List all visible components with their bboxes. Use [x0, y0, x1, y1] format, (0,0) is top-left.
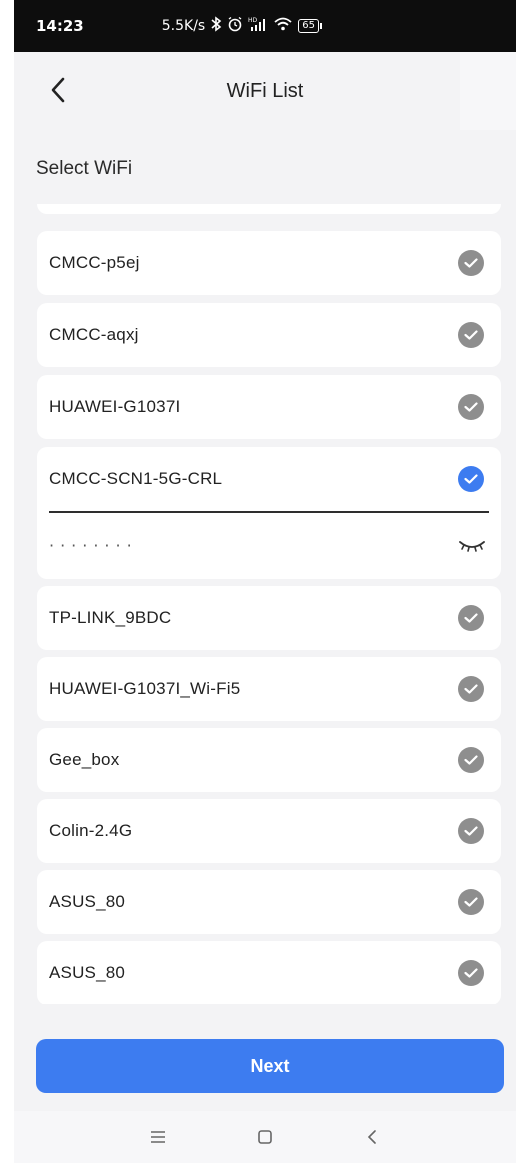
check-icon[interactable]: [458, 960, 484, 986]
wifi-card[interactable]: HUAWEI-G1037I: [37, 375, 501, 439]
wifi-card-partial[interactable]: [37, 204, 501, 214]
check-icon[interactable]: [458, 322, 484, 348]
check-icon[interactable]: [458, 818, 484, 844]
wifi-card[interactable]: CMCC-aqxj: [37, 303, 501, 367]
wifi-row[interactable]: CMCC-aqxj: [37, 303, 501, 367]
check-icon[interactable]: [458, 889, 484, 915]
system-nav-bar: [14, 1111, 516, 1163]
check-icon[interactable]: [458, 394, 484, 420]
chevron-left-icon: [51, 77, 65, 103]
wifi-row[interactable]: TP-LINK_9BDC: [37, 586, 501, 650]
wifi-row[interactable]: CMCC-SCN1-5G-CRL: [37, 447, 501, 511]
wifi-card[interactable]: TP-LINK_9BDC: [37, 586, 501, 650]
check-icon[interactable]: [458, 605, 484, 631]
page-title: WiFi List: [226, 79, 304, 102]
wifi-name: Gee_box: [49, 750, 120, 769]
status-time: 14:23: [36, 17, 84, 35]
wifi-row[interactable]: HUAWEI-G1037I_Wi-Fi5: [37, 657, 501, 721]
svg-text:HD: HD: [248, 17, 258, 24]
wifi-card[interactable]: Gee_box: [37, 728, 501, 792]
wifi-name: ASUS_80: [49, 892, 126, 911]
wifi-row[interactable]: Colin-2.4G: [37, 799, 501, 863]
password-input[interactable]: [49, 536, 409, 555]
battery-icon: 65: [298, 19, 322, 33]
wifi-name: CMCC-aqxj: [49, 325, 139, 344]
wifi-card[interactable]: ASUS_80: [37, 870, 501, 934]
password-row: [37, 513, 501, 579]
wifi-name: CMCC-p5ej: [49, 253, 140, 272]
status-icons: 5.5K/s HD 65: [161, 16, 322, 36]
wifi-card[interactable]: CMCC-p5ej: [37, 231, 501, 295]
header: WiFi List: [14, 52, 516, 130]
wifi-card-selected[interactable]: CMCC-SCN1-5G-CRL: [37, 447, 501, 579]
phone-screen: 14:23 5.5K/s HD 65 WiFi List Select WiFi: [14, 0, 516, 1163]
back-button[interactable]: [42, 74, 74, 106]
wifi-row[interactable]: Gee_box: [37, 728, 501, 792]
section-label: Select WiFi: [36, 158, 133, 179]
check-icon-selected[interactable]: [458, 466, 484, 492]
back-icon[interactable]: [352, 1117, 392, 1157]
next-button[interactable]: Next: [36, 1039, 504, 1093]
status-bar: 14:23 5.5K/s HD 65: [14, 0, 516, 52]
wifi-name: HUAWEI-G1037I_Wi-Fi5: [49, 679, 241, 698]
wifi-row[interactable]: ASUS_80: [37, 941, 501, 1004]
wifi-name: HUAWEI-G1037I: [49, 397, 181, 416]
home-icon[interactable]: [245, 1117, 285, 1157]
signal-icon: HD: [248, 16, 268, 36]
wifi-list[interactable]: CMCC-p5ej CMCC-aqxj HUAWEI-G1037I CMCC-S…: [14, 204, 516, 1004]
alarm-icon: [227, 16, 243, 36]
wifi-name: Colin-2.4G: [49, 821, 133, 840]
wifi-icon: [273, 16, 293, 36]
menu-icon[interactable]: [138, 1117, 178, 1157]
network-speed: 5.5K/s: [161, 18, 206, 34]
wifi-row[interactable]: CMCC-p5ej: [37, 231, 501, 295]
wifi-name: ASUS_80: [49, 963, 126, 982]
wifi-card[interactable]: HUAWEI-G1037I_Wi-Fi5: [37, 657, 501, 721]
check-icon[interactable]: [458, 676, 484, 702]
check-icon[interactable]: [458, 250, 484, 276]
eye-closed-icon[interactable]: [457, 536, 487, 556]
check-icon[interactable]: [458, 747, 484, 773]
wifi-row[interactable]: ASUS_80: [37, 870, 501, 934]
wifi-card[interactable]: ASUS_80: [37, 941, 501, 1004]
bluetooth-icon: [210, 16, 222, 36]
wifi-name: TP-LINK_9BDC: [49, 608, 172, 627]
wifi-card[interactable]: Colin-2.4G: [37, 799, 501, 863]
wifi-name: CMCC-SCN1-5G-CRL: [49, 469, 223, 488]
wifi-row[interactable]: HUAWEI-G1037I: [37, 375, 501, 439]
